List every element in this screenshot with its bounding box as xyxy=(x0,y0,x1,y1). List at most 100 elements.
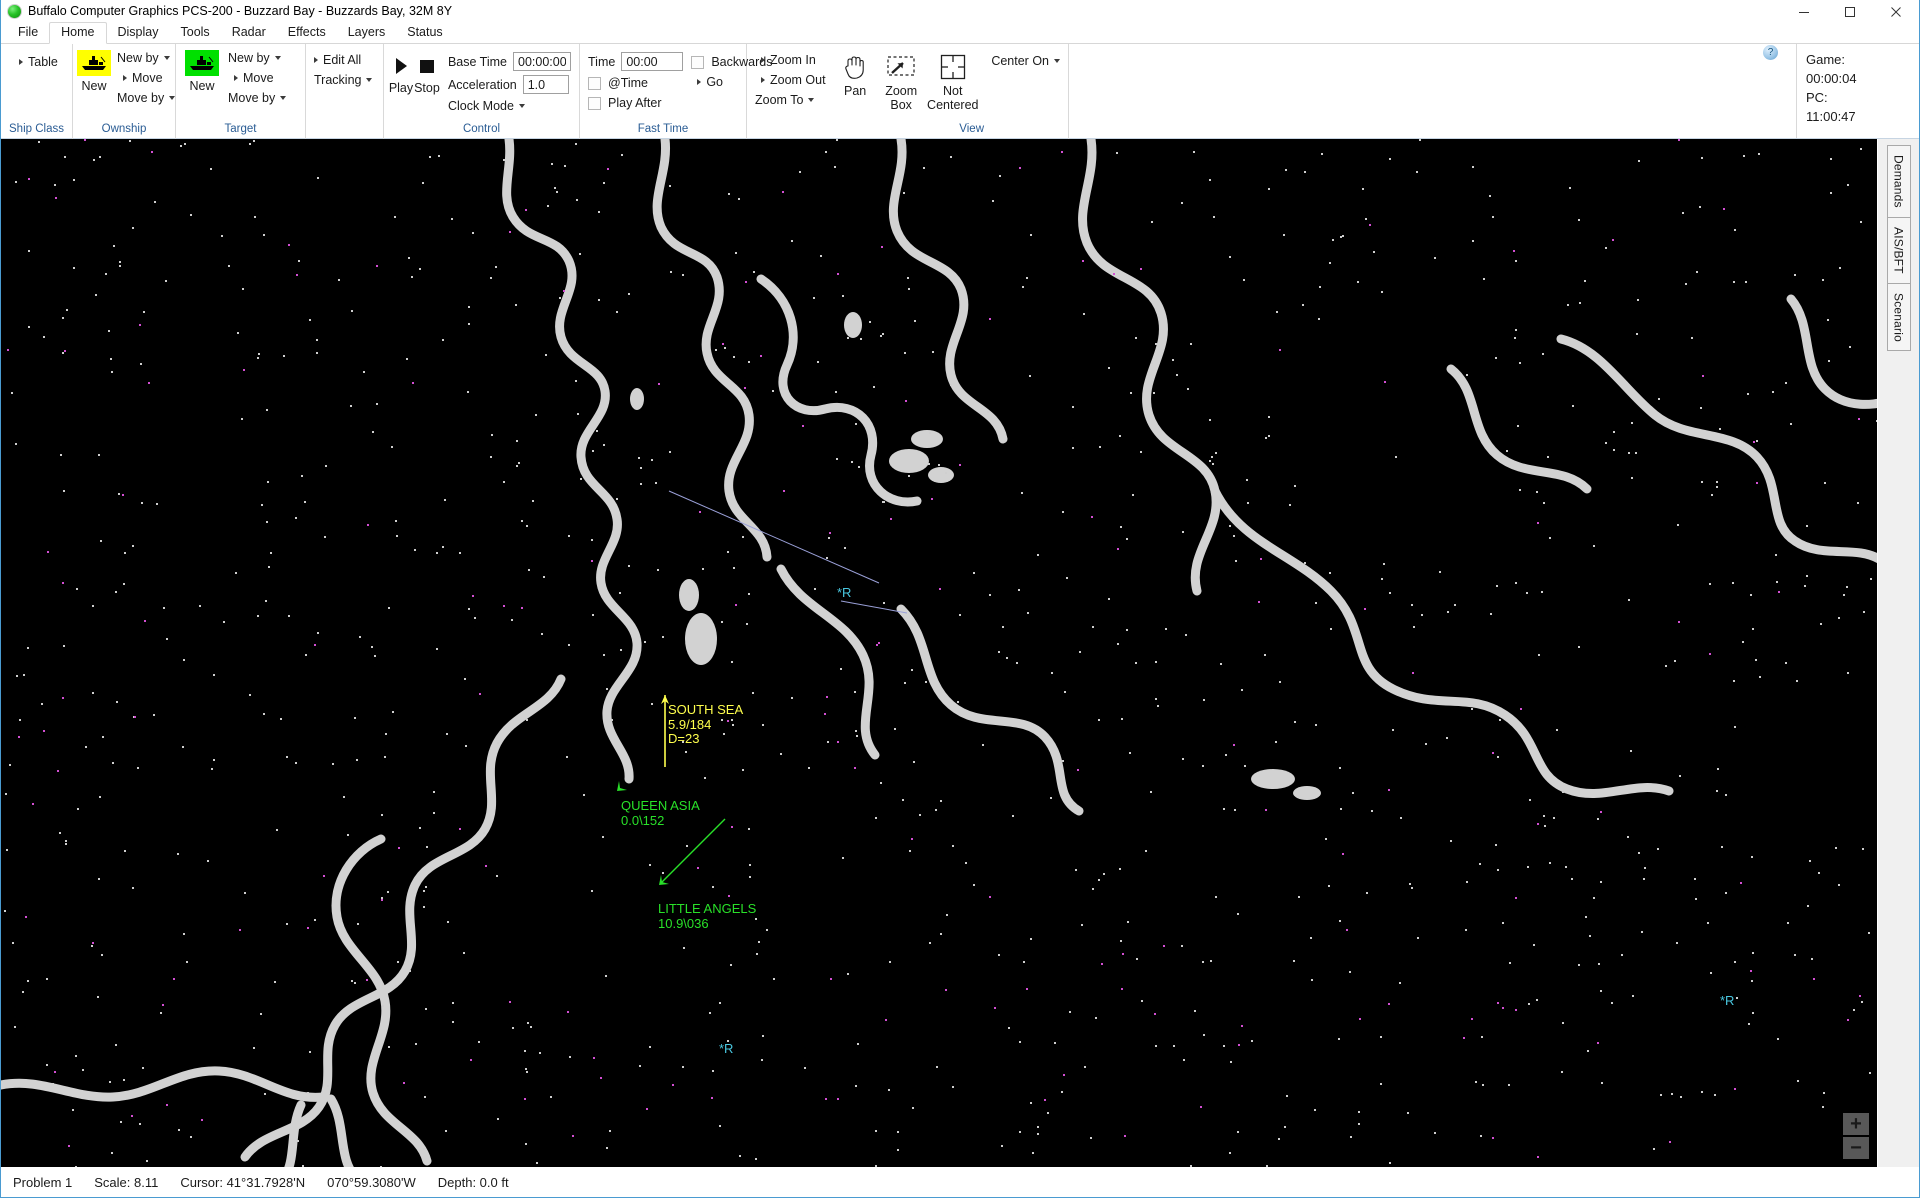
ribbon-group-ownship: New New by Move Move by Ownship xyxy=(73,44,176,139)
zoom-in-button[interactable]: Zoom In xyxy=(751,50,832,70)
tab-status[interactable]: Status xyxy=(396,23,453,43)
group-label-target-extra xyxy=(310,123,379,139)
at-time-checkbox[interactable] xyxy=(588,76,601,90)
target-tracking-label: Tracking xyxy=(314,73,362,87)
zoom-in-label: Zoom In xyxy=(770,53,816,67)
at-time-checkbox-row[interactable]: @Time xyxy=(584,73,687,93)
center-on-label: Center On xyxy=(991,54,1049,68)
tab-layers[interactable]: Layers xyxy=(337,23,397,43)
close-icon[interactable] xyxy=(1873,0,1919,23)
target-move-button[interactable]: Move xyxy=(224,68,290,88)
zoom-out-button[interactable]: Zoom Out xyxy=(751,70,832,90)
minimize-icon[interactable] xyxy=(1781,0,1827,23)
tab-home[interactable]: Home xyxy=(49,22,107,44)
status-bar: Problem 1 Scale: 8.11 Cursor: 41°31.7928… xyxy=(1,1167,1919,1197)
pan-button[interactable]: Pan xyxy=(832,48,878,98)
target-new-label: New xyxy=(189,79,215,93)
not-centered-button[interactable]: Not Centered xyxy=(924,48,981,112)
status-scale: Scale: 8.11 xyxy=(94,1174,159,1190)
not-centered-label-line1: Not xyxy=(943,84,963,98)
pc-time-value: 11:00:47 xyxy=(1806,109,1856,124)
tab-radar[interactable]: Radar xyxy=(221,23,277,43)
fast-time-label: Time xyxy=(588,54,616,69)
stop-button[interactable]: Stop xyxy=(414,48,440,95)
ownship-new-by-button[interactable]: New by xyxy=(113,48,179,68)
map-zoom-controls: + − xyxy=(1843,1113,1869,1159)
nautical-chart-canvas[interactable]: *R *R *R SOUTH SEA 5.9/184 D=23 QUEEN AS… xyxy=(1,139,1877,1167)
pc-time-label: PC: xyxy=(1806,90,1828,105)
tab-display[interactable]: Display xyxy=(107,23,170,43)
fast-time-input[interactable] xyxy=(621,52,684,71)
ribbon-group-target: New New by Move Move by Target xyxy=(176,44,306,139)
help-icon[interactable]: ? xyxy=(1763,45,1778,60)
chevron-right-icon xyxy=(761,77,765,83)
water-background xyxy=(1,139,1877,1167)
map-zoom-in-button[interactable]: + xyxy=(1843,1113,1869,1135)
stop-icon xyxy=(419,54,435,78)
radar-marker-1: *R xyxy=(719,1041,733,1056)
target-tracking-button[interactable]: Tracking xyxy=(310,70,376,90)
chevron-down-icon xyxy=(808,98,815,102)
clock-mode-button[interactable]: Clock Mode xyxy=(444,96,575,116)
target-move-by-button[interactable]: Move by xyxy=(224,88,290,108)
ownship-new-button[interactable]: New xyxy=(77,48,111,93)
hand-icon xyxy=(842,52,868,82)
ownship-new-label: New xyxy=(81,79,107,93)
ribbon-group-ship-class: Table Ship Class xyxy=(1,44,73,139)
ownship-move-label: Move xyxy=(132,71,163,85)
sidetab-demands[interactable]: Demands xyxy=(1886,145,1911,217)
chevron-right-icon xyxy=(123,75,127,81)
sidetab-ais-bft[interactable]: AIS/BFT xyxy=(1886,216,1911,283)
target-label-south-sea[interactable]: SOUTH SEA 5.9/184 D=23 xyxy=(668,702,743,747)
target-label-queen-asia[interactable]: QUEEN ASIA 0.0\152 xyxy=(621,798,700,828)
base-time-input[interactable] xyxy=(513,52,571,71)
clock-mode-label: Clock Mode xyxy=(447,99,514,113)
chevron-down-icon xyxy=(163,56,170,60)
ribbon-group-view: Zoom In Zoom Out Zoom To Pan Zoom Box No… xyxy=(747,44,1069,139)
game-time-label: Game: xyxy=(1806,52,1846,67)
target-course-speed: 10.9\036 xyxy=(658,915,709,931)
acceleration-label: Acceleration xyxy=(447,77,517,92)
play-after-checkbox-row[interactable]: Play After xyxy=(584,93,687,113)
zoom-box-button[interactable]: Zoom Box xyxy=(878,48,924,112)
zoom-box-icon xyxy=(886,52,916,82)
application-window: Buffalo Computer Graphics PCS-200 - Buzz… xyxy=(0,0,1920,1198)
tab-effects[interactable]: Effects xyxy=(277,23,337,43)
ownship-move-by-button[interactable]: Move by xyxy=(113,88,179,108)
target-move-label: Move xyxy=(243,71,274,85)
status-cursor-latitude: Cursor: 41°31.7928'N xyxy=(180,1174,306,1190)
target-edit-all-button[interactable]: Edit All xyxy=(310,50,376,70)
not-centered-label-line2: Centered xyxy=(927,98,979,112)
target-new-by-button[interactable]: New by xyxy=(224,48,290,68)
backwards-checkbox[interactable] xyxy=(691,55,705,69)
acceleration-input[interactable] xyxy=(522,75,569,94)
play-after-checkbox[interactable] xyxy=(588,96,601,110)
target-name: QUEEN ASIA xyxy=(621,798,700,813)
window-title: Buffalo Computer Graphics PCS-200 - Buzz… xyxy=(28,4,453,18)
pan-label: Pan xyxy=(843,84,867,98)
target-new-button[interactable]: New xyxy=(180,48,224,93)
group-label-ownship: Ownship xyxy=(101,123,147,135)
tab-tools[interactable]: Tools xyxy=(170,23,221,43)
zoom-to-label: Zoom To xyxy=(755,93,804,107)
clock-panel: ? Game: 00:00:04 PC: 11:00:47 xyxy=(1763,44,1918,138)
group-label-ship-class: Ship Class xyxy=(9,123,64,135)
group-label-target: Target xyxy=(224,123,257,135)
not-centered-icon xyxy=(940,52,966,82)
play-button[interactable]: Play xyxy=(388,48,414,95)
ribbon-tab-strip: File Home Display Tools Radar Effects La… xyxy=(1,22,1919,44)
chevron-right-icon xyxy=(761,57,765,63)
map-zoom-out-button[interactable]: − xyxy=(1843,1137,1869,1159)
maximize-icon[interactable] xyxy=(1827,0,1873,23)
sidetab-scenario[interactable]: Scenario xyxy=(1886,282,1911,352)
table-button[interactable]: Table xyxy=(15,52,62,72)
target-label-little-angels[interactable]: LITTLE ANGELS 10.9\036 xyxy=(658,901,756,931)
zoom-to-button[interactable]: Zoom To xyxy=(751,90,832,110)
tab-file[interactable]: File xyxy=(7,23,49,43)
ownship-ship-icon xyxy=(77,50,111,76)
group-label-view: View xyxy=(959,123,984,135)
center-on-button[interactable]: Center On xyxy=(987,51,1064,71)
play-after-label: Play After xyxy=(608,96,662,110)
zoom-box-label-line1: Zoom xyxy=(885,84,918,98)
ownship-move-button[interactable]: Move xyxy=(113,68,179,88)
